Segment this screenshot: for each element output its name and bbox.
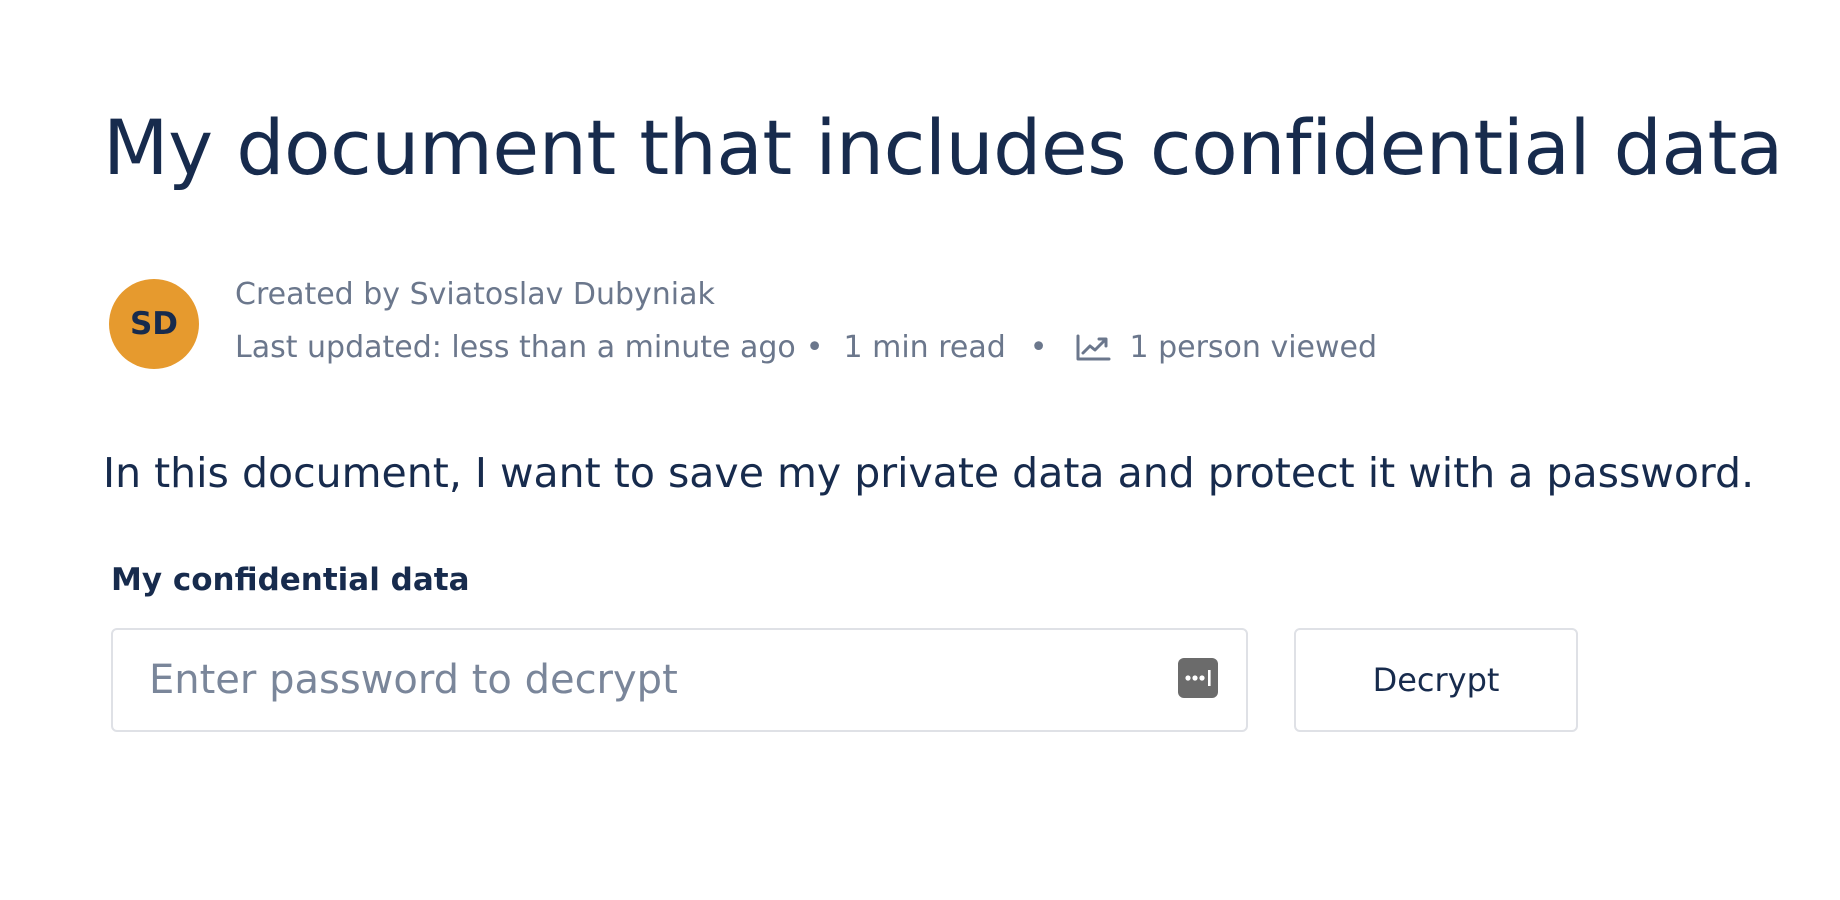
views-count-text[interactable]: 1 person viewed	[1129, 328, 1377, 368]
password-manager-icon[interactable]	[1178, 658, 1218, 698]
separator-dot: •	[1029, 330, 1048, 365]
password-input[interactable]	[113, 630, 1246, 730]
document-page: My document that includes confidential d…	[103, 0, 1783, 900]
document-metadata: Created by Sviatoslav Dubyniak Last upda…	[235, 275, 1377, 368]
byline: SD Created by Sviatoslav Dubyniak Last u…	[109, 275, 1609, 375]
password-field-container	[111, 628, 1248, 732]
avatar[interactable]: SD	[109, 279, 199, 369]
confidential-field-label: My confidential data	[111, 562, 470, 598]
created-by-line: Created by Sviatoslav Dubyniak	[235, 275, 1377, 315]
created-by-text: Created by Sviatoslav Dubyniak	[235, 277, 715, 312]
trend-up-icon	[1073, 333, 1113, 363]
page-title: My document that includes confidential d…	[103, 103, 1783, 192]
stats-line: Last updated: less than a minute ago • 1…	[235, 328, 1377, 368]
separator-dot: •	[805, 330, 824, 365]
read-time-text: 1 min read	[843, 330, 1006, 365]
last-updated-text: Last updated: less than a minute ago	[235, 330, 796, 365]
avatar-initials: SD	[129, 306, 179, 342]
decrypt-button[interactable]: Decrypt	[1294, 628, 1578, 732]
document-paragraph: In this document, I want to save my priv…	[103, 449, 1755, 497]
